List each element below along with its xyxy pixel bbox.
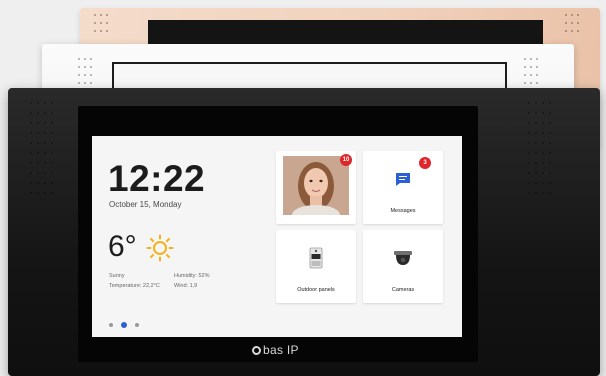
clock-date: October 15, Monday xyxy=(109,200,182,209)
weather-condition: Sunny xyxy=(109,273,125,279)
logo-text: bas IP xyxy=(263,343,299,357)
outdoor-panels-tile[interactable]: Outdoor panels xyxy=(276,230,356,303)
weather-humidity: Humidity: 52% xyxy=(174,273,210,279)
temperature-value: 6° xyxy=(108,230,137,263)
caller-photo xyxy=(283,156,349,215)
messages-label: Messages xyxy=(390,208,416,214)
product-scene: 12:22 October 15, Monday 6° Sunny Temper… xyxy=(0,0,606,376)
messages-tile[interactable]: 3 Messages xyxy=(363,151,443,224)
weather-temperature: Temperature: 22,2°C xyxy=(109,283,160,289)
call-badge: 10 xyxy=(340,154,352,166)
intercom-call-tile[interactable]: 10 xyxy=(276,151,356,224)
clock-time: 12:22 xyxy=(108,158,206,199)
page-dot[interactable] xyxy=(135,323,139,327)
outdoor-panel-icon xyxy=(309,247,323,269)
page-dot-active[interactable] xyxy=(121,322,127,328)
home-screen: 12:22 October 15, Monday 6° Sunny Temper… xyxy=(92,136,462,337)
messages-badge: 3 xyxy=(419,157,431,169)
bas-ip-logo: bas IP xyxy=(252,343,299,357)
dome-camera-icon xyxy=(394,251,412,265)
logo-ring-icon xyxy=(252,346,261,355)
page-indicator[interactable] xyxy=(109,314,147,332)
cameras-label: Cameras xyxy=(391,287,415,293)
page-dot[interactable] xyxy=(109,323,113,327)
cameras-tile[interactable]: Cameras xyxy=(363,230,443,303)
sun-icon xyxy=(146,234,174,262)
caller-portrait xyxy=(283,156,349,215)
message-icon xyxy=(396,173,410,186)
weather-wind: Wind: 1,9 xyxy=(174,283,198,289)
outdoor-panels-label: Outdoor panels xyxy=(297,287,335,293)
